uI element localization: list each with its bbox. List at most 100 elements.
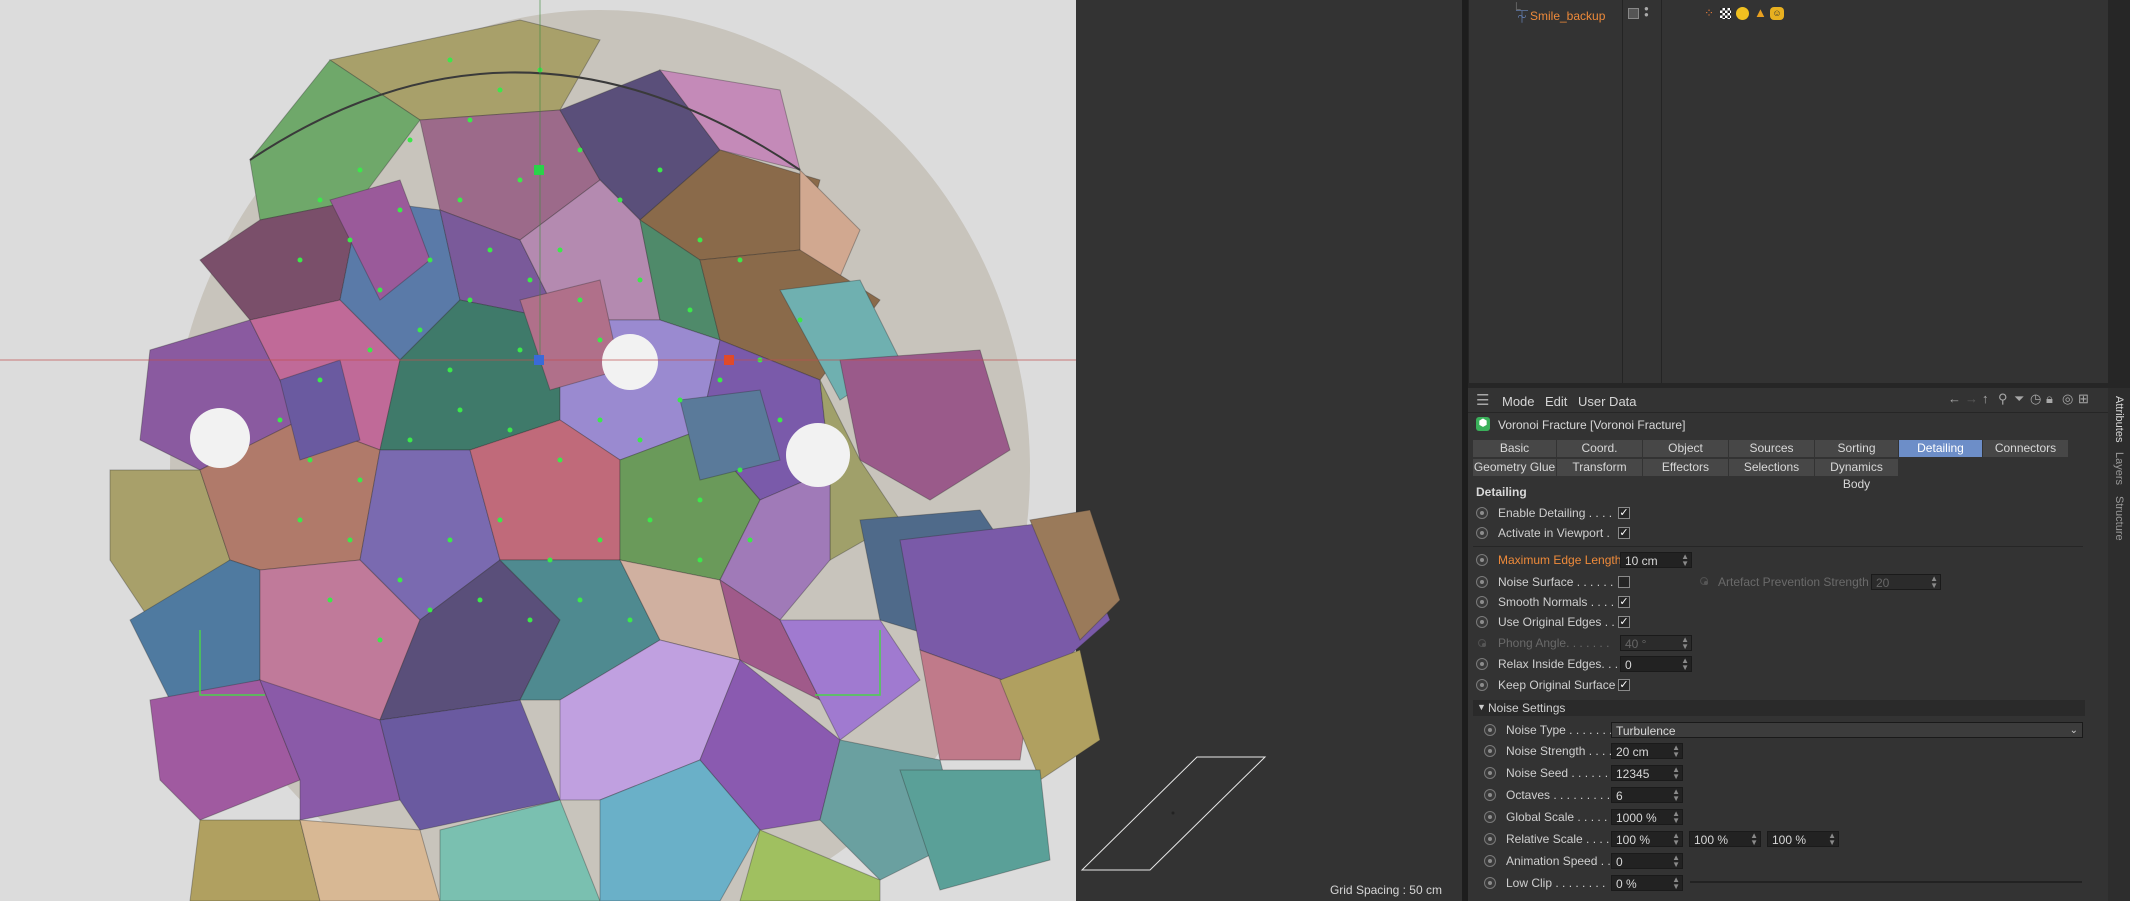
animate-radio[interactable] [1484, 745, 1496, 757]
back-arrow-icon[interactable]: ← [1948, 391, 1961, 406]
low-clip-slider[interactable] [1690, 881, 2082, 883]
checker-tag-icon[interactable] [1720, 8, 1731, 19]
octaves-value: 6 [1616, 789, 1623, 803]
use-original-edges-row: Use Original Edges . . ✓ [1468, 612, 2108, 632]
tab-sorting[interactable]: Sorting [1815, 440, 1899, 457]
side-tab-structure[interactable]: Structure [2113, 496, 2125, 541]
phong-angle-value: 40 ° [1625, 637, 1647, 651]
side-tab-layers[interactable]: Layers [2113, 452, 2125, 485]
menu-edit[interactable]: Edit [1545, 394, 1567, 409]
stepper-icon[interactable]: ▲ ▼ [1672, 744, 1680, 759]
smile-tag-icon[interactable]: ☺ [1770, 7, 1784, 20]
material-tag-icon[interactable] [1736, 7, 1749, 20]
search-icon[interactable]: ⚲ [1998, 391, 2008, 407]
lock-icon[interactable]: 🔒︎ [2046, 391, 2053, 407]
object-manager[interactable]: └ ⏇ Smile_backup ● ● ⁘ ▲ ☺ [1468, 0, 2108, 383]
tab-basic[interactable]: Basic [1473, 440, 1557, 457]
relax-inside-edges-row: Relax Inside Edges. . . 0 ▲ ▼ [1468, 654, 2108, 674]
animate-radio[interactable] [1476, 616, 1488, 628]
stepper-icon[interactable]: ▲ ▼ [1672, 766, 1680, 781]
layer-icon[interactable] [1628, 8, 1639, 19]
visibility-dots-icon[interactable]: ● ● [1644, 5, 1649, 19]
filter-icon[interactable]: ⏷ [2014, 391, 2024, 407]
voronoi-fracture-render [0, 0, 1267, 901]
tab-sources[interactable]: Sources [1729, 440, 1815, 457]
forward-arrow-icon[interactable]: → [1965, 391, 1978, 406]
stepper-icon[interactable]: ▲ ▼ [1672, 854, 1680, 869]
use-original-edges-checkbox[interactable]: ✓ [1618, 616, 1630, 628]
activate-in-viewport-row: Activate in Viewport . ✓ [1468, 523, 2108, 543]
animation-speed-label: Animation Speed . . [1506, 854, 1611, 868]
animation-speed-field[interactable]: 0 ▲ ▼ [1611, 853, 1683, 869]
low-clip-field[interactable]: 0 % ▲ ▼ [1611, 875, 1683, 891]
noise-surface-checkbox[interactable] [1618, 576, 1630, 588]
keep-original-surface-label: Keep Original Surface [1498, 678, 1616, 692]
menu-user-data[interactable]: User Data [1578, 394, 1637, 409]
enable-detailing-checkbox[interactable]: ✓ [1618, 507, 1630, 519]
max-edge-length-field[interactable]: 10 cm ▲ ▼ [1620, 552, 1692, 568]
stepper-icon[interactable]: ▲ ▼ [1681, 553, 1689, 568]
artefact-value: 20 [1876, 576, 1890, 590]
tab-connectors[interactable]: Connectors [1983, 440, 2069, 457]
object-icon: ⏇ [1516, 10, 1529, 24]
noise-type-dropdown[interactable]: Turbulence ⌄ [1611, 722, 2083, 738]
activate-in-viewport-checkbox[interactable]: ✓ [1618, 527, 1630, 539]
animate-radio[interactable] [1484, 789, 1496, 801]
stepper-icon[interactable]: ▲ ▼ [1750, 832, 1758, 847]
hamburger-menu-icon[interactable]: ☰ [1476, 391, 1489, 409]
tab-detailing[interactable]: Detailing [1899, 440, 1983, 457]
voronoi-tag-icon[interactable]: ⁘ [1704, 6, 1714, 20]
animate-radio[interactable] [1476, 507, 1488, 519]
animate-radio[interactable] [1484, 877, 1496, 889]
stepper-icon[interactable]: ▲ ▼ [1672, 876, 1680, 891]
history-icon[interactable]: ◷ [2030, 391, 2041, 407]
animate-radio[interactable] [1476, 576, 1488, 588]
noise-seed-field[interactable]: 12345 ▲ ▼ [1611, 765, 1683, 781]
relative-scale-x-field[interactable]: 100 % ▲ ▼ [1611, 831, 1683, 847]
animate-radio[interactable] [1476, 554, 1488, 566]
stepper-icon[interactable]: ▲ ▼ [1681, 657, 1689, 672]
animate-radio [1478, 639, 1486, 647]
object-row[interactable]: └ ⏇ Smile_backup ● ● ⁘ ▲ ☺ [1468, 2, 2108, 26]
noise-strength-field[interactable]: 20 cm ▲ ▼ [1611, 743, 1683, 759]
keep-original-surface-checkbox[interactable]: ✓ [1618, 679, 1630, 691]
tab-transform[interactable]: Transform [1557, 459, 1643, 476]
new-panel-icon[interactable]: ⊞ [2078, 391, 2089, 407]
smooth-normals-checkbox[interactable]: ✓ [1618, 596, 1630, 608]
3d-viewport[interactable]: Grid Spacing : 50 cm [0, 0, 1462, 901]
relax-inside-edges-field[interactable]: 0 ▲ ▼ [1620, 656, 1692, 672]
octaves-field[interactable]: 6 ▲ ▼ [1611, 787, 1683, 803]
up-arrow-icon[interactable]: ↑ [1982, 391, 1989, 406]
relative-scale-y-field[interactable]: 100 % ▲ ▼ [1689, 831, 1761, 847]
tab-effectors[interactable]: Effectors [1643, 459, 1729, 476]
animate-radio[interactable] [1484, 767, 1496, 779]
stepper-icon[interactable]: ▲ ▼ [1672, 832, 1680, 847]
tab-geometry-glue[interactable]: Geometry Glue [1473, 459, 1557, 476]
global-scale-label: Global Scale . . . . . . [1506, 810, 1615, 824]
stepper-icon[interactable]: ▲ ▼ [1672, 810, 1680, 825]
animate-radio[interactable] [1484, 724, 1496, 736]
animate-radio[interactable] [1476, 679, 1488, 691]
menu-mode[interactable]: Mode [1502, 394, 1535, 409]
global-scale-field[interactable]: 1000 % ▲ ▼ [1611, 809, 1683, 825]
animate-radio[interactable] [1476, 596, 1488, 608]
side-tab-attributes[interactable]: Attributes [2113, 396, 2125, 442]
tab-coord[interactable]: Coord. [1557, 440, 1643, 457]
tab-dynamics-body[interactable]: Dynamics Body [1815, 459, 1899, 491]
animate-radio[interactable] [1476, 658, 1488, 670]
tab-object[interactable]: Object [1643, 440, 1729, 457]
stepper-icon[interactable]: ▲ ▼ [1828, 832, 1836, 847]
animate-radio[interactable] [1484, 855, 1496, 867]
noise-settings-header[interactable]: ▼ Noise Settings [1473, 700, 2085, 716]
object-name[interactable]: Smile_backup [1530, 9, 1605, 23]
stepper-icon[interactable]: ▲ ▼ [1672, 788, 1680, 803]
animate-radio[interactable] [1484, 811, 1496, 823]
animate-radio[interactable] [1484, 833, 1496, 845]
collapse-triangle-icon[interactable]: ▼ [1477, 702, 1486, 712]
target-icon[interactable]: ◎ [2062, 391, 2073, 407]
relative-scale-z-field[interactable]: 100 % ▲ ▼ [1767, 831, 1839, 847]
noise-surface-row: Noise Surface . . . . . . Artefact Preve… [1468, 572, 2108, 592]
tab-selections[interactable]: Selections [1729, 459, 1815, 476]
animate-radio[interactable] [1476, 527, 1488, 539]
phong-tag-icon[interactable]: ▲ [1754, 5, 1767, 20]
